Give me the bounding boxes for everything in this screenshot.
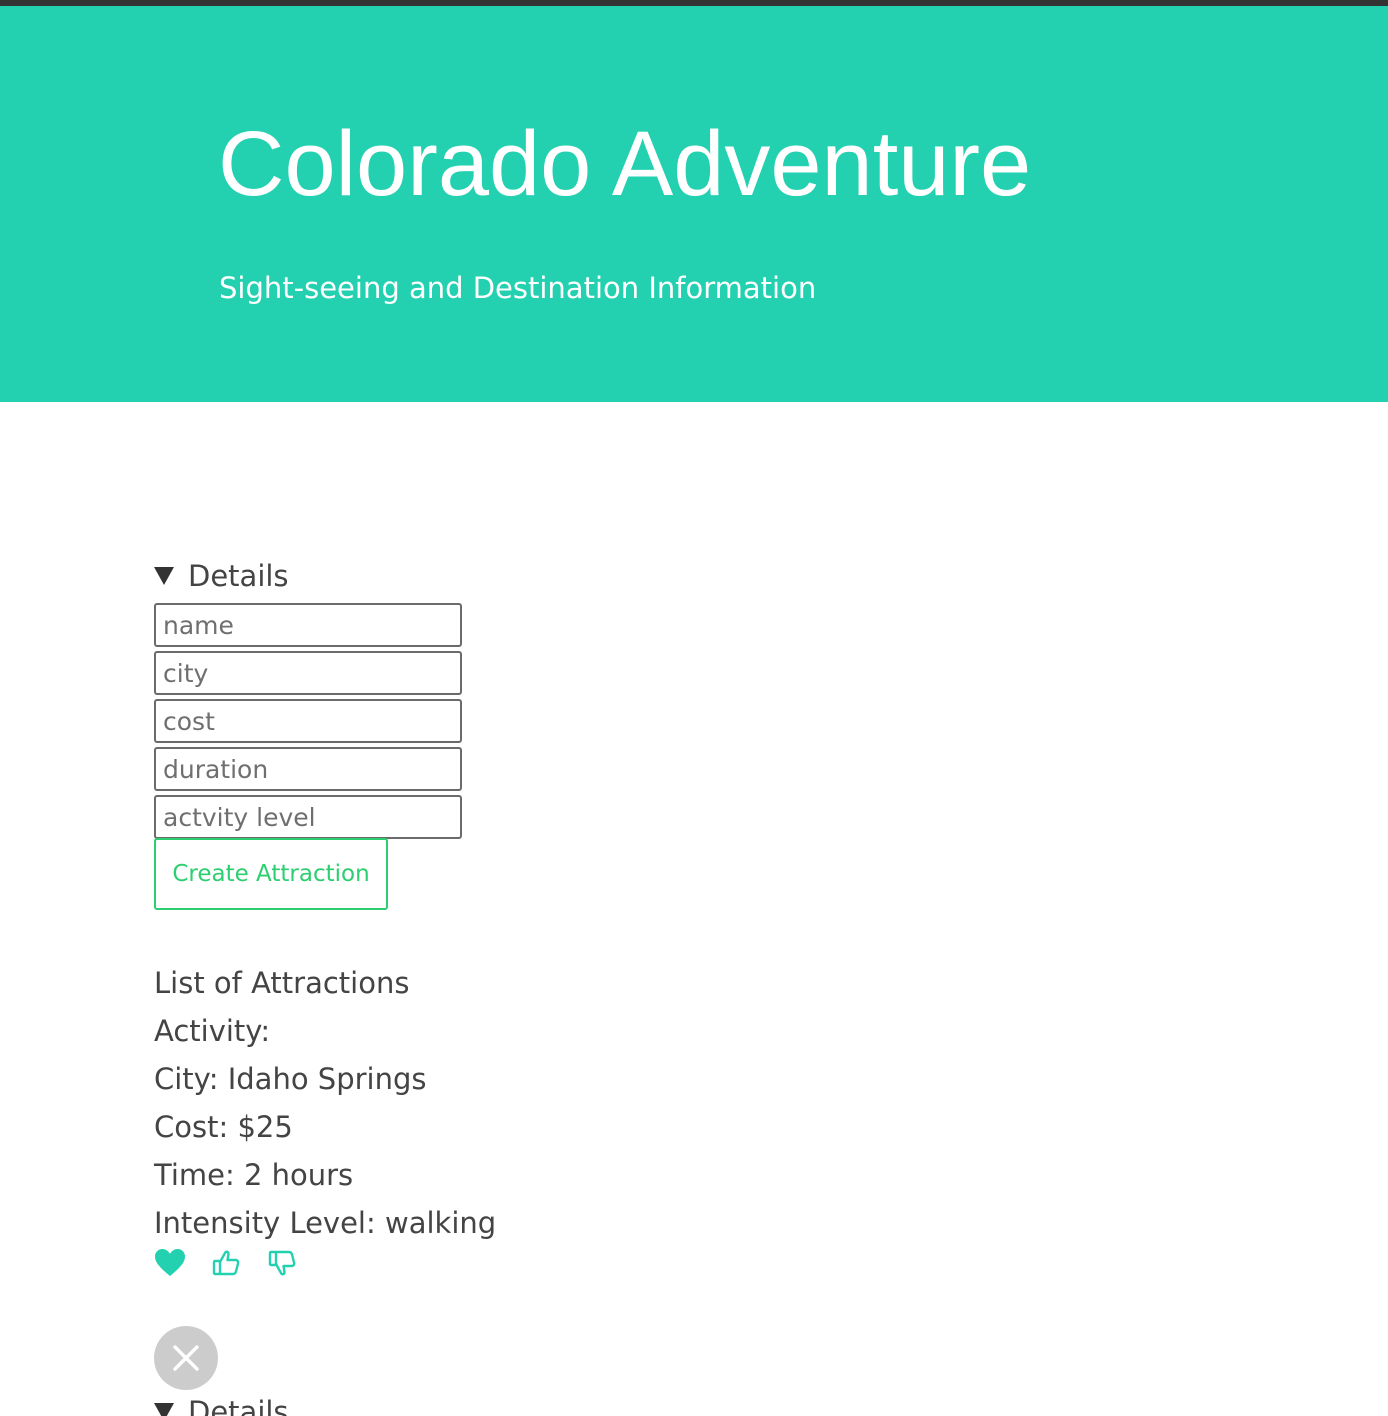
- delete-attraction-button[interactable]: [154, 1326, 218, 1390]
- city-value: City: Idaho Springs: [154, 1062, 427, 1096]
- cost-value: Cost: $25: [154, 1110, 293, 1144]
- time-value: Time: 2 hours: [154, 1158, 354, 1192]
- disclosure-triangle-icon: [154, 1403, 174, 1416]
- name-field[interactable]: [154, 603, 462, 647]
- details-toggle[interactable]: Details: [154, 556, 289, 596]
- intensity-value: Intensity Level: walking: [154, 1206, 497, 1240]
- details-label: Details: [188, 559, 289, 593]
- details-label: Details: [188, 1395, 289, 1416]
- disclosure-triangle-icon: [154, 567, 174, 585]
- create-attraction-button[interactable]: Create Attraction: [154, 838, 388, 910]
- cost-field[interactable]: [154, 699, 462, 743]
- duration-field[interactable]: [154, 747, 462, 791]
- details-toggle-2[interactable]: Details: [154, 1392, 289, 1416]
- activity-level-field[interactable]: [154, 795, 462, 839]
- activity-label: Activity:: [154, 1014, 271, 1048]
- city-field[interactable]: [154, 651, 462, 695]
- heart-icon[interactable]: [153, 1246, 187, 1280]
- thumbs-up-icon[interactable]: [209, 1246, 243, 1280]
- hero-banner: Colorado Adventure Sight-seeing and Dest…: [0, 6, 1388, 402]
- list-heading: List of Attractions: [154, 966, 410, 1000]
- page-title: Colorado Adventure: [218, 113, 1032, 215]
- page-subtitle: Sight-seeing and Destination Information: [219, 271, 817, 305]
- thumbs-down-icon[interactable]: [265, 1246, 299, 1280]
- close-icon: [173, 1345, 199, 1371]
